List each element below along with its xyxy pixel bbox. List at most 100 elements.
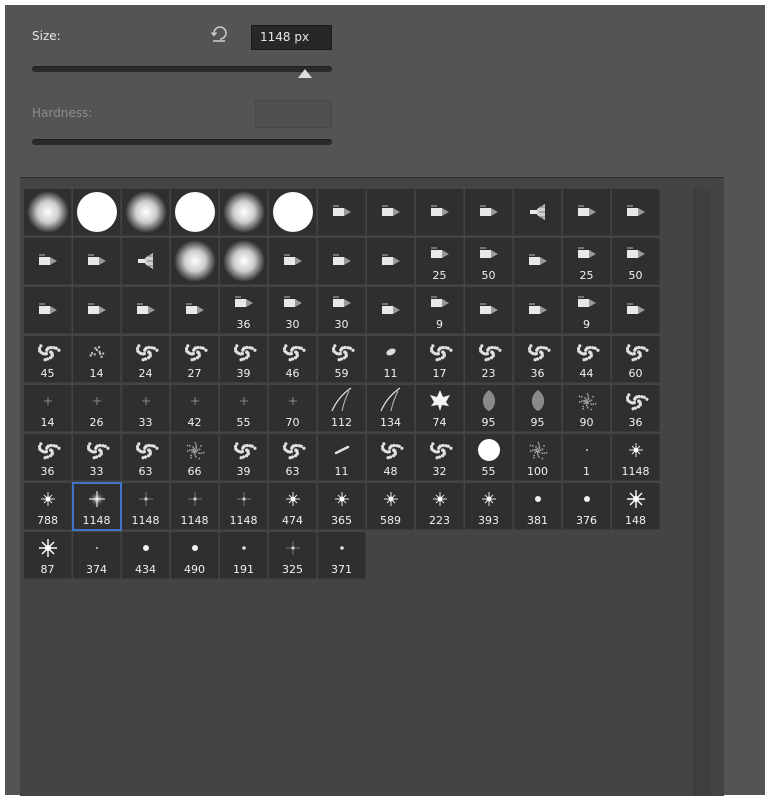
brush-preset-scatter[interactable]: 24 [122,336,170,383]
brush-preset-star-glow[interactable]: 1148 [72,482,122,531]
brush-preset-fan-tip[interactable] [122,238,170,285]
brush-preset-scatter[interactable]: 27 [171,336,219,383]
brush-preset-texture[interactable]: 66 [171,434,219,481]
hardness-slider-track[interactable] [32,139,332,145]
brush-preset-star-faint[interactable]: 1148 [171,483,219,530]
brush-preset-star[interactable]: 474 [269,483,317,530]
brush-preset-tip[interactable] [122,287,170,334]
brush-preset-dot-tiny[interactable]: 374 [73,532,121,579]
brush-preset-tip[interactable] [465,189,513,236]
brush-preset-scatter[interactable]: 45 [24,336,72,383]
brush-preset-star-small[interactable]: 33 [122,385,170,432]
brush-preset-scatter[interactable]: 36 [514,336,562,383]
brush-preset-soft-round[interactable] [171,238,219,285]
brush-preset-scatter-light[interactable]: 14 [73,336,121,383]
brush-preset-star[interactable]: 365 [318,483,366,530]
brush-preset-dot-small[interactable]: 191 [220,532,268,579]
brush-preset-tip[interactable] [367,238,415,285]
brush-preset-texture[interactable]: 90 [563,385,611,432]
brush-preset-scatter[interactable]: 63 [269,434,317,481]
size-slider-thumb[interactable] [298,69,312,78]
brush-preset-scatter[interactable]: 39 [220,336,268,383]
brush-preset-tip[interactable]: 9 [563,287,611,334]
brush-preset-scatter[interactable]: 17 [416,336,464,383]
brush-preset-scatter[interactable]: 36 [612,385,660,432]
brush-preset-soft-round[interactable] [122,189,170,236]
brush-preset-star-faint[interactable]: 325 [269,532,317,579]
brush-preset-scatter[interactable]: 59 [318,336,366,383]
brush-preset-dot-small[interactable]: 371 [318,532,366,579]
brush-preset-scatter[interactable]: 44 [563,336,611,383]
brush-preset-star-big[interactable]: 148 [612,483,660,530]
size-value-field[interactable]: 1148 px [251,25,332,50]
brush-preset-tip[interactable] [465,287,513,334]
brush-preset-grass[interactable]: 112 [318,385,366,432]
brush-preset-dot[interactable]: 376 [563,483,611,530]
brush-preset-star[interactable]: 393 [465,483,513,530]
brush-preset-tip[interactable] [73,238,121,285]
brush-preset-scatter[interactable]: 23 [465,336,513,383]
brush-preset-star-small[interactable]: 14 [24,385,72,432]
brush-preset-leaf[interactable]: 95 [514,385,562,432]
brush-preset-tip[interactable] [73,287,121,334]
brush-preset-hard-round[interactable] [171,189,219,236]
brush-preset-star[interactable]: 788 [24,483,72,530]
brush-preset-tip[interactable]: 36 [220,287,268,334]
brush-preset-star-small[interactable]: 42 [171,385,219,432]
brush-preset-tip[interactable] [416,189,464,236]
brush-preset-scatter[interactable]: 60 [612,336,660,383]
brush-preset-star-small[interactable]: 70 [269,385,317,432]
brush-preset-tip[interactable]: 30 [269,287,317,334]
brush-preset-star[interactable]: 223 [416,483,464,530]
hardness-value-field[interactable] [255,100,332,128]
brush-preset-tip[interactable]: 50 [612,238,660,285]
brush-preset-star-small[interactable]: 55 [220,385,268,432]
brush-preset-tip[interactable] [269,238,317,285]
brush-preset-dot[interactable]: 490 [171,532,219,579]
brush-preset-star[interactable]: 1148 [612,434,660,481]
brush-preset-tip[interactable] [318,238,366,285]
brush-preset-tip[interactable] [612,189,660,236]
brush-preset-tip[interactable] [514,287,562,334]
brush-preset-tip[interactable]: 30 [318,287,366,334]
brush-preset-scatter[interactable]: 36 [24,434,72,481]
brush-preset-soft-round[interactable] [220,238,268,285]
brush-preset-tip[interactable] [24,287,72,334]
brush-preset-tip[interactable]: 25 [563,238,611,285]
preset-scrollbar[interactable] [694,189,711,795]
brush-preset-scatter[interactable]: 63 [122,434,170,481]
brush-preset-tip[interactable] [171,287,219,334]
brush-preset-hard-round[interactable] [73,189,121,236]
brush-preset-soft-round[interactable] [220,189,268,236]
brush-preset-scatter[interactable]: 32 [416,434,464,481]
brush-preset-texture[interactable]: 100 [514,434,562,481]
brush-preset-tip[interactable]: 9 [416,287,464,334]
brush-preset-hard-round[interactable] [269,189,317,236]
brush-preset-dot[interactable]: 381 [514,483,562,530]
brush-preset-star-big[interactable]: 87 [24,532,72,579]
brush-preset-leaf-small[interactable]: 11 [367,336,415,383]
brush-preset-scatter[interactable]: 48 [367,434,415,481]
brush-preset-soft-round[interactable] [24,189,72,236]
brush-preset-hard-round-sm[interactable]: 55 [465,434,513,481]
brush-preset-leaf[interactable]: 95 [465,385,513,432]
brush-preset-scatter[interactable]: 39 [220,434,268,481]
brush-preset-star-faint[interactable]: 1148 [220,483,268,530]
brush-preset-fan-tip[interactable] [514,189,562,236]
reset-icon[interactable] [209,24,231,44]
brush-preset-scatter[interactable]: 46 [269,336,317,383]
brush-preset-star-faint[interactable]: 1148 [122,483,170,530]
brush-preset-tip[interactable] [563,189,611,236]
brush-preset-tip[interactable]: 25 [416,238,464,285]
size-slider-track[interactable] [32,66,332,72]
brush-preset-star[interactable]: 589 [367,483,415,530]
brush-preset-maple-leaf[interactable]: 74 [416,385,464,432]
brush-preset-tip[interactable]: 50 [465,238,513,285]
brush-preset-tip[interactable] [367,189,415,236]
brush-preset-grass[interactable]: 134 [367,385,415,432]
brush-preset-tip[interactable] [514,238,562,285]
brush-preset-tip[interactable] [24,238,72,285]
brush-preset-tip[interactable] [318,189,366,236]
brush-preset-star-small[interactable]: 26 [73,385,121,432]
brush-preset-tip[interactable] [367,287,415,334]
